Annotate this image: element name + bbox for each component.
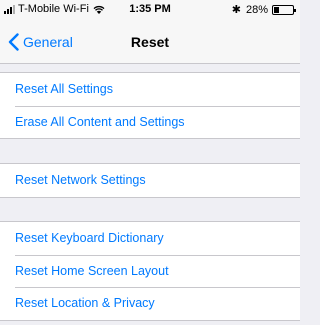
reset-home-screen-layout-button[interactable]: Reset Home Screen Layout: [0, 254, 300, 288]
reset-all-settings-button[interactable]: Reset All Settings: [0, 73, 300, 106]
status-right: ✱ 28%: [231, 3, 296, 16]
erase-all-content-button[interactable]: Erase All Content and Settings: [0, 105, 300, 139]
status-bar: T-Mobile Wi-Fi 1:35 PM ✱ 28%: [0, 0, 300, 20]
navigation-bar: General Reset: [0, 20, 300, 64]
reset-group-network: Reset Network Settings: [0, 163, 300, 198]
battery-fill: [274, 6, 280, 13]
reset-group-settings: Reset All Settings Erase All Content and…: [0, 72, 300, 139]
reset-network-settings-button[interactable]: Reset Network Settings: [0, 164, 300, 197]
page-title: Reset: [130, 34, 170, 50]
bluetooth-icon: ✱: [231, 4, 241, 16]
battery-icon: [272, 4, 296, 15]
battery-percent: 28%: [245, 3, 268, 16]
reset-location-privacy-button[interactable]: Reset Location & Privacy: [0, 287, 300, 320]
reset-keyboard-dictionary-button[interactable]: Reset Keyboard Dictionary: [0, 222, 300, 255]
reset-group-other: Reset Keyboard Dictionary Reset Home Scr…: [0, 221, 300, 321]
